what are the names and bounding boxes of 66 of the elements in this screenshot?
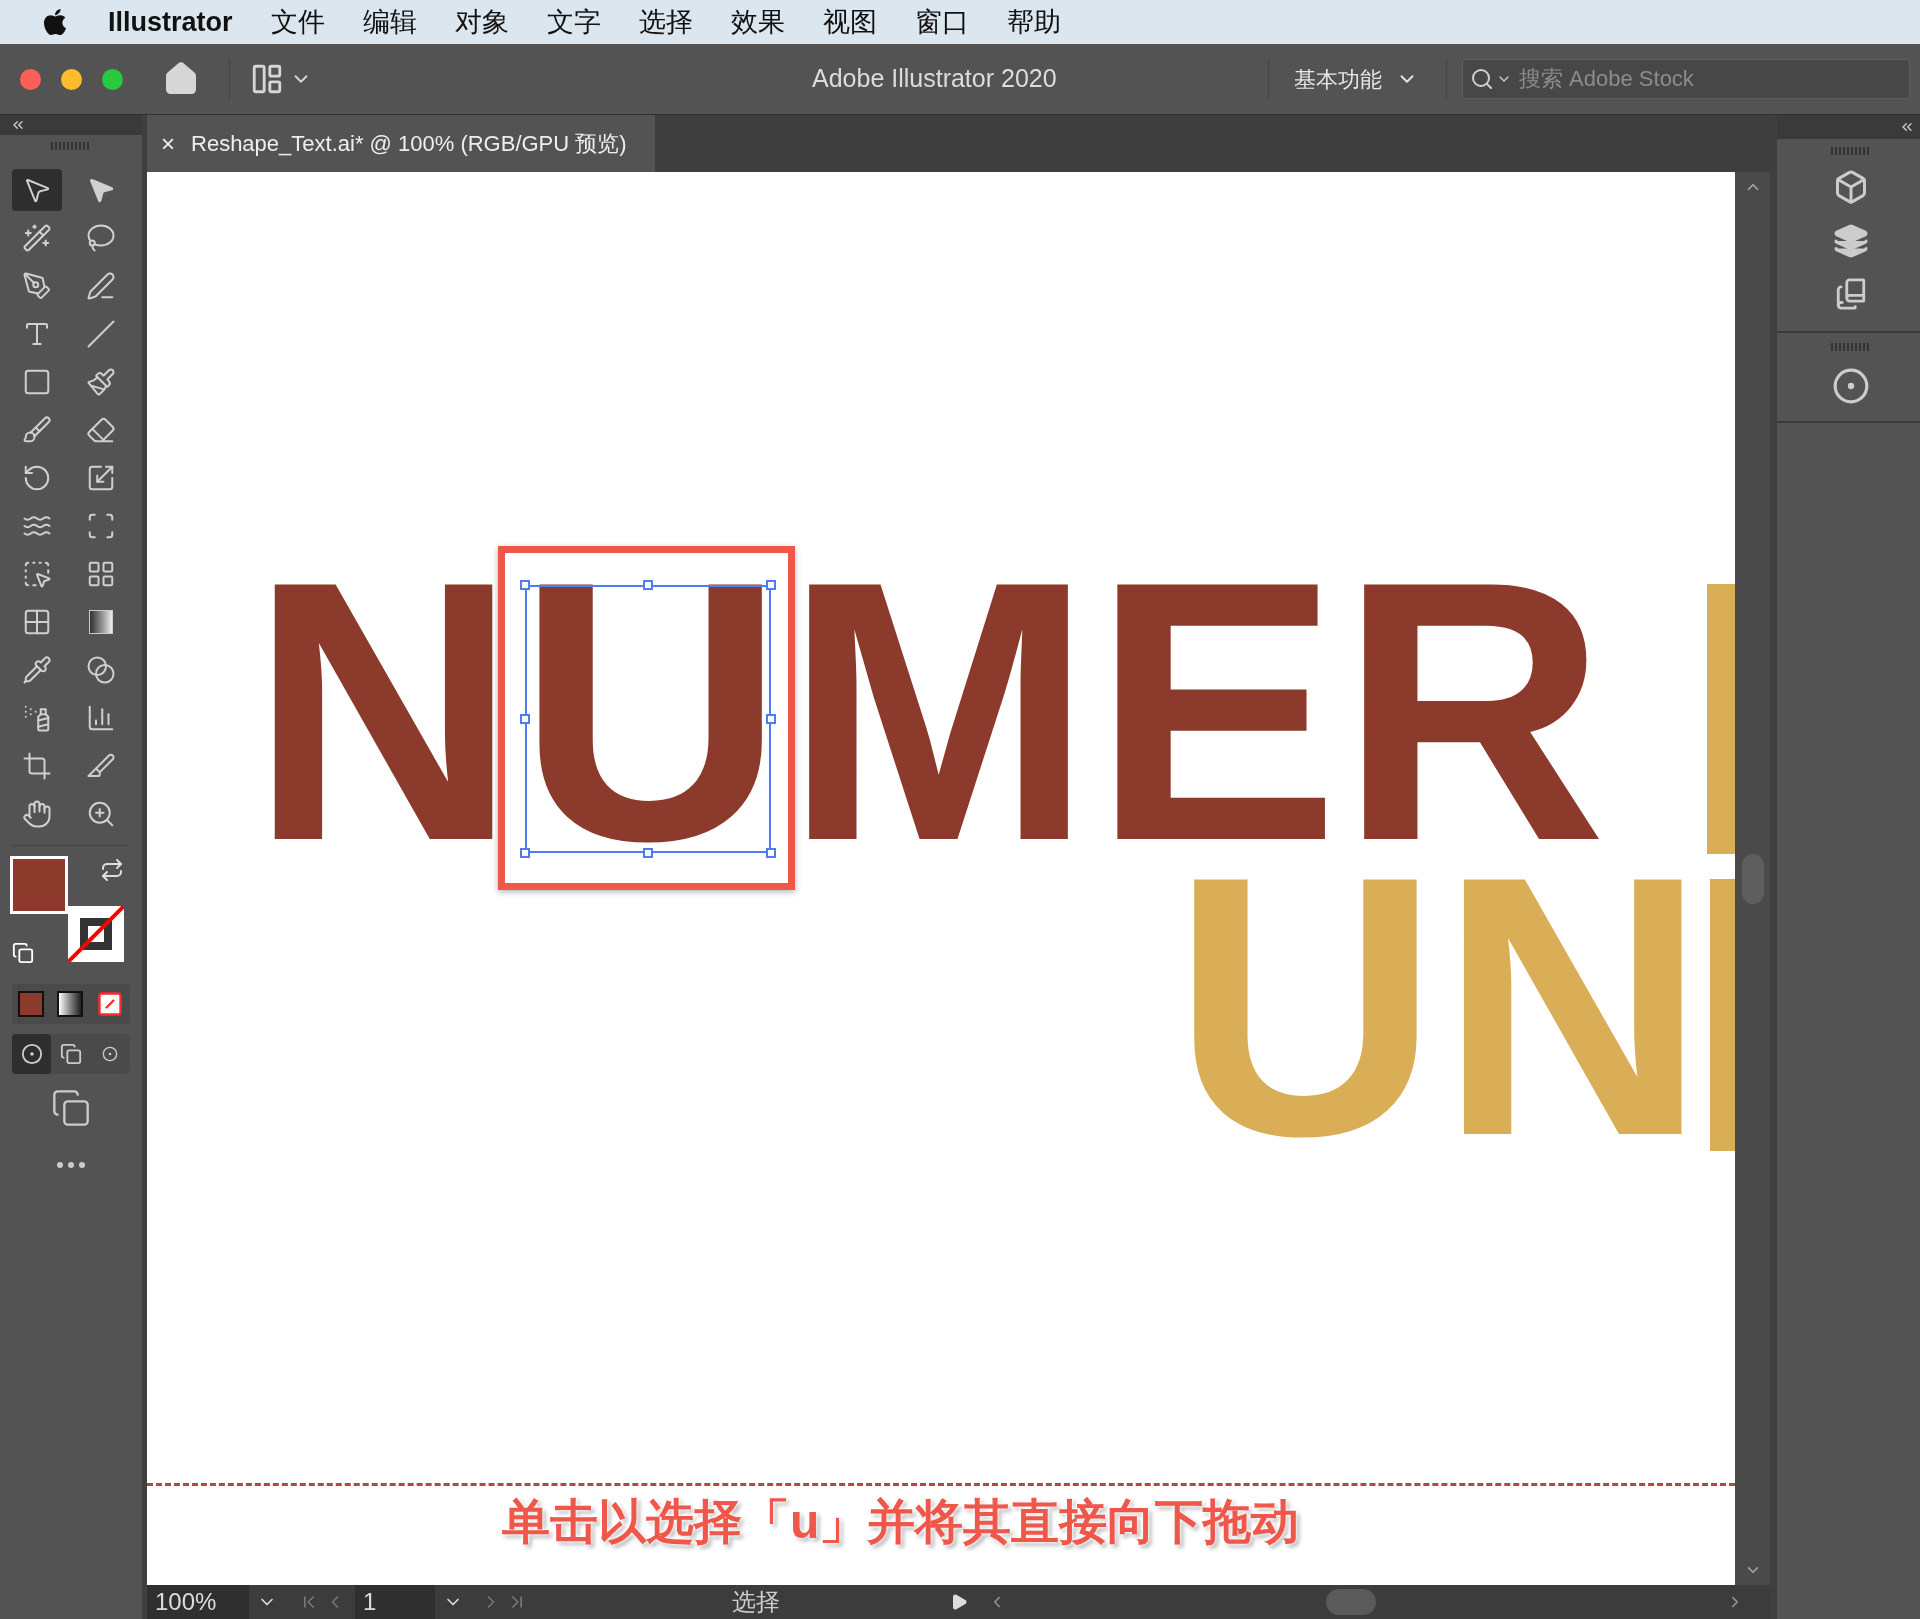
grip-icon[interactable] (1831, 343, 1871, 351)
grip-icon[interactable] (51, 142, 91, 150)
spray-can-icon (22, 703, 52, 733)
default-colors-icon[interactable] (12, 942, 34, 964)
menu-item[interactable]: 窗口 (914, 1, 969, 43)
tool-button[interactable] (12, 169, 62, 211)
swap-icon[interactable] (100, 858, 124, 882)
layout-icon[interactable] (250, 62, 284, 96)
draw-mode-button[interactable] (12, 1034, 52, 1074)
document-tab[interactable]: × Reshape_Text.ai* @ 100% (RGB/GPU 预览) (147, 115, 655, 172)
scrollbar-thumb[interactable] (1326, 1589, 1376, 1615)
draw-normal-icon (20, 1043, 43, 1065)
magic-wand-icon (22, 223, 52, 253)
lasso-icon (85, 223, 116, 253)
search-field[interactable]: 搜索 Adobe Stock (1462, 59, 1910, 99)
fill-swatch[interactable] (10, 856, 68, 914)
rotate-icon (22, 463, 52, 493)
pen-icon (22, 271, 52, 301)
workspace-dropdown[interactable]: 基本功能 (1294, 62, 1418, 96)
hand-icon (22, 799, 52, 829)
brush-icon (22, 415, 52, 445)
zoom-field[interactable]: 100% (147, 1585, 249, 1619)
menu-item[interactable]: 选择 (638, 1, 693, 43)
more-tools-icon[interactable] (57, 1162, 85, 1168)
draw-behind-icon (60, 1043, 82, 1065)
menu-item[interactable]: 编辑 (362, 1, 417, 43)
shape-builder-icon (22, 559, 52, 589)
play-icon[interactable] (950, 1593, 968, 1611)
draw-inside-icon (102, 1046, 119, 1062)
cube-icon[interactable] (1833, 169, 1869, 205)
window-title: Adobe Illustrator 2020 (812, 63, 1057, 95)
gradient-swatch[interactable] (57, 991, 83, 1017)
stroke-none-swatch[interactable] (68, 906, 124, 962)
color-swatch[interactable] (18, 991, 45, 1017)
paintbrush-icon (85, 367, 116, 397)
none-swatch-icon[interactable] (95, 990, 124, 1018)
circle-path-icon[interactable] (1832, 367, 1870, 405)
artboard-icon (22, 751, 52, 781)
mesh-icon (22, 607, 52, 637)
bookmark-pages-icon[interactable] (1834, 277, 1868, 311)
screen-mode-icon[interactable] (51, 1088, 91, 1128)
menu-item[interactable]: Illustrator (108, 1, 233, 43)
rectangle-icon (22, 367, 52, 397)
eraser-icon (85, 415, 116, 445)
menu-item[interactable]: 视图 (822, 1, 877, 43)
close-window-icon[interactable] (20, 68, 41, 90)
menu-item[interactable]: 文字 (546, 1, 601, 43)
gradient-icon (88, 610, 113, 634)
search-icon (1470, 67, 1494, 91)
curvature-pen-icon (85, 271, 116, 301)
menu-item[interactable]: 帮助 (1006, 1, 1061, 43)
line-icon (85, 319, 116, 349)
menu-item[interactable]: 文件 (270, 1, 325, 43)
home-icon[interactable] (163, 61, 199, 97)
caption: 单击以选择「u」并将其直接向下拖动 (502, 1494, 1300, 1550)
blend-icon (85, 655, 116, 685)
grip-icon[interactable] (1831, 147, 1871, 155)
current-tool-label: 选择 (732, 1587, 780, 1617)
close-tab-button[interactable]: × (161, 125, 175, 162)
eyedropper-icon (22, 655, 52, 685)
menu-item[interactable]: 对象 (454, 1, 509, 43)
minimize-window-icon[interactable] (61, 68, 82, 90)
layers-icon[interactable] (1833, 223, 1869, 259)
menu-item[interactable]: 效果 (730, 1, 785, 43)
artboard-field[interactable]: 1 (355, 1585, 435, 1619)
zoom-window-icon[interactable] (102, 68, 123, 90)
